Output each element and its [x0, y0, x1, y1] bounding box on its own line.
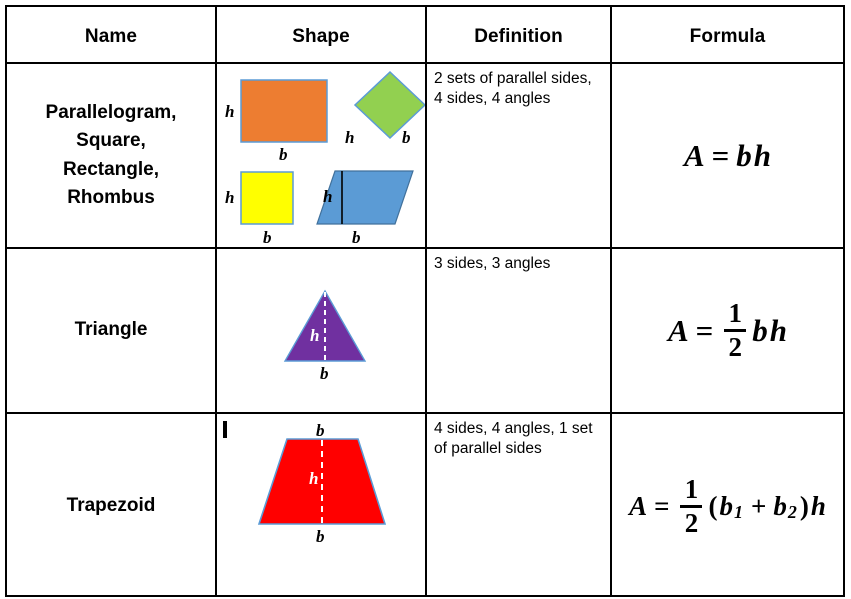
parallelogram-base-label: b	[352, 228, 361, 247]
formula-plus: +	[750, 491, 767, 521]
formula-area-symbol: A	[629, 491, 648, 521]
formula-close-paren: )	[799, 491, 809, 521]
square-base-label: b	[263, 228, 272, 247]
trapezoid-height-label: h	[309, 469, 319, 488]
formula-base2-symbol: b	[773, 491, 787, 521]
formula-equals: =	[695, 312, 714, 348]
row-parallelogram-definition: 2 sets of parallel sides, 4 sides, 4 ang…	[434, 70, 592, 108]
trapezoid-shape-svg	[257, 438, 387, 525]
row-parallelogram-formula: A = b h	[612, 64, 843, 247]
formula-base-symbol: b	[736, 137, 752, 173]
formula-open-paren: (	[708, 491, 718, 521]
rhombus-shape	[353, 70, 425, 140]
formula-base-symbol: b	[752, 312, 768, 348]
rectangle-shape	[240, 79, 328, 143]
formula-base1-symbol: b	[719, 491, 733, 521]
square-height-label: h	[225, 188, 235, 207]
name-line: Triangle	[74, 319, 148, 341]
rectangle-base-label: b	[279, 145, 288, 164]
row-parallelogram-shapes: h b h b h b h b	[217, 64, 425, 247]
trapezoid-bottom-base-label: b	[316, 527, 325, 546]
worksheet-canvas: Name Shape Definition Formula Parallelog…	[0, 0, 851, 599]
header-formula: Formula	[689, 25, 766, 47]
formula-height-symbol: h	[769, 312, 788, 348]
formula-area-symbol: A	[683, 137, 705, 173]
row-parallelogram-name: Parallelogram, Square, Rectangle, Rhombu…	[7, 64, 215, 247]
row-trapezoid-shapes: b h b	[217, 414, 425, 599]
rhombus-base-label: b	[402, 128, 411, 147]
name-line: Square,	[76, 130, 146, 151]
name-line: Parallelogram,	[45, 101, 177, 123]
triangle-base-label: b	[320, 364, 329, 383]
square-shape	[240, 171, 294, 225]
header-shape: Shape	[292, 25, 350, 47]
formula-equals: =	[711, 137, 730, 173]
parallelogram-height-label: h	[323, 187, 333, 206]
formula-base2-subscript: 2	[787, 502, 797, 522]
row-triangle-shapes: h b	[217, 249, 425, 412]
formula-trapezoid: A = 1 2 ( b 1 + b 2 ) h	[629, 476, 826, 537]
name-line: Trapezoid	[66, 495, 156, 517]
header-definition: Definition	[474, 25, 563, 47]
fraction-numerator: 1	[684, 474, 699, 504]
formula-equals: =	[654, 491, 670, 521]
formula-parallelogram: A = b h	[684, 138, 771, 174]
area-formulas-table: Name Shape Definition Formula Parallelog…	[5, 5, 845, 597]
row-trapezoid-formula: A = 1 2 ( b 1 + b 2 ) h	[612, 414, 843, 599]
name-line: Rhombus	[67, 187, 155, 208]
triangle-height-label: h	[310, 326, 320, 345]
fraction-denominator: 2	[684, 508, 699, 538]
formula-fraction-one-half: 1 2	[680, 474, 703, 538]
rectangle-height-label: h	[225, 102, 235, 121]
row-triangle-formula: A = 1 2 b h	[612, 249, 843, 412]
name-line: Rectangle,	[62, 158, 160, 180]
formula-fraction-one-half: 1 2	[724, 298, 747, 362]
trapezoid-top-base-label: b	[316, 421, 325, 440]
row-triangle-name: Triangle	[7, 249, 215, 412]
quadrilateral-shapes-svg	[240, 70, 425, 225]
triangle-shape-svg	[283, 289, 367, 362]
fraction-denominator: 2	[728, 332, 743, 362]
formula-triangle: A = 1 2 b h	[668, 300, 787, 361]
rhombus-height-label: h	[345, 128, 355, 147]
formula-base1-subscript: 1	[733, 502, 743, 522]
row-trapezoid-name: Trapezoid	[7, 414, 215, 599]
row-trapezoid-definition: 4 sides, 4 angles, 1 set of parallel sid…	[434, 420, 593, 458]
formula-height-symbol: h	[810, 491, 826, 521]
fraction-numerator: 1	[728, 298, 743, 328]
row-triangle-definition: 3 sides, 3 angles	[434, 255, 551, 272]
formula-area-symbol: A	[667, 312, 689, 348]
formula-height-symbol: h	[753, 137, 772, 173]
header-name: Name	[84, 25, 138, 47]
